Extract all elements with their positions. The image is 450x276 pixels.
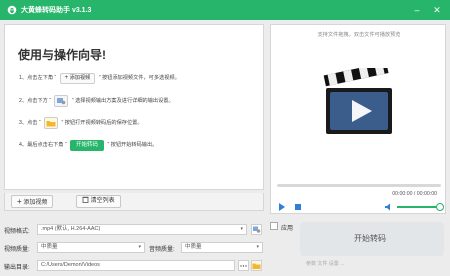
- add-video-label: 添加视频: [23, 200, 48, 206]
- volume-slider-handle[interactable]: [436, 203, 444, 211]
- list-toolbar: + 添加视频 清空列表: [4, 193, 264, 211]
- apply-checkbox[interactable]: [270, 222, 278, 230]
- chevron-down-icon: ▾: [138, 244, 141, 250]
- plus-icon: +: [17, 197, 22, 206]
- format-settings-button[interactable]: [251, 224, 262, 235]
- open-folder-button[interactable]: [251, 260, 262, 271]
- browse-button[interactable]: [238, 260, 249, 271]
- minimize-icon[interactable]: –: [410, 3, 424, 17]
- step-text: 2、点击下方 “: [19, 98, 51, 104]
- output-label: 输出目录:: [4, 265, 30, 271]
- play-icon[interactable]: [279, 203, 285, 211]
- step-text: 1、点击左下角 “: [19, 75, 57, 81]
- output-path-field[interactable]: C:/Users/Demon/Videos: [37, 260, 235, 271]
- audio-quality-label: 音频质量:: [149, 247, 175, 253]
- guide-step-1: 1、点击左下角 “ + 添加视频 ” 按钮添加视频文件，可多选视频。: [19, 72, 180, 84]
- clear-list-label: 清空列表: [90, 198, 115, 204]
- clapperboard-play-icon: [323, 68, 392, 134]
- guide-start-button: 开始转码: [70, 139, 105, 151]
- audio-quality-select[interactable]: 中质量 ▾: [181, 242, 263, 253]
- bee-logo-icon: [7, 5, 17, 15]
- step-text: 3、点击 “: [19, 120, 41, 126]
- guide-step-4: 4、最后点击右下角 “ 开始转码 ” 按钮开始转码输出。: [19, 139, 157, 151]
- step-text: ” 按钮添加视频文件，可多选视频。: [98, 75, 180, 81]
- step-text: ” 按钮开始转码输出。: [107, 142, 158, 148]
- seek-bar[interactable]: [277, 184, 441, 187]
- quality-select[interactable]: 中质量 ▾: [37, 242, 145, 253]
- folder-icon: [44, 117, 59, 129]
- guide-panel: 使用与操作向导! 1、点击左下角 “ + 添加视频 ” 按钮添加视频文件，可多选…: [4, 24, 264, 190]
- preview-hint: 支持文件拖拽，双击文件可播放预览: [317, 32, 401, 38]
- add-video-button[interactable]: + 添加视频: [11, 195, 54, 208]
- output-path-value: C:/Users/Demon/Videos: [41, 262, 100, 268]
- step-text: ” 选择视频输出方案及进行详细的输出设置。: [71, 98, 174, 104]
- settings-icon: [54, 95, 69, 107]
- chevron-down-icon: ▾: [240, 226, 243, 232]
- start-area: 应用 开始转码 参数 文件 设置 ...: [270, 220, 446, 272]
- guide-add-video-label: 添加视频: [69, 74, 91, 81]
- quality-value: 中质量: [41, 244, 58, 250]
- audio-quality-value: 中质量: [185, 244, 202, 250]
- settings-icon: [253, 226, 261, 233]
- clear-list-button[interactable]: 清空列表: [76, 195, 121, 208]
- chevron-down-icon: ▾: [256, 244, 259, 250]
- preview-panel[interactable]: 支持文件拖拽，双击文件可播放预览 00:00:00 / 00:00:00: [270, 24, 446, 214]
- plus-icon: +: [64, 74, 69, 81]
- trash-icon: [82, 196, 89, 203]
- volume-slider[interactable]: [397, 206, 441, 208]
- format-select[interactable]: .mp4 (默认, H.264-AAC) ▾: [37, 224, 247, 235]
- format-value: .mp4 (默认, H.264-AAC): [41, 226, 101, 232]
- title-bar: 大黄蜂转码助手 v3.1.3 – ✕: [0, 0, 450, 20]
- guide-step-2: 2、点击下方 “ ” 选择视频输出方案及进行详细的输出设置。: [19, 95, 174, 107]
- quality-label: 视频质量:: [4, 247, 30, 253]
- close-icon[interactable]: ✕: [430, 3, 444, 17]
- app-title: 大黄蜂转码助手 v3.1.3: [21, 7, 92, 14]
- player-controls: [277, 203, 444, 212]
- guide-heading: 使用与操作向导!: [18, 48, 106, 62]
- partial-overlay-text: 参数 文件 设置 ...: [306, 261, 345, 267]
- apply-label: 应用: [281, 226, 294, 232]
- time-display: 00:00:00 / 00:00:00: [392, 191, 437, 197]
- dots-icon: [240, 265, 247, 267]
- guide-add-video-button: + 添加视频: [59, 72, 96, 84]
- step-text: ” 按钮打开视频转码后的保存位置。: [61, 120, 143, 126]
- volume-icon[interactable]: [385, 203, 393, 211]
- guide-step-3: 3、点击 “ ” 按钮打开视频转码后的保存位置。: [19, 117, 143, 129]
- format-label: 视频格式:: [4, 229, 30, 235]
- stop-icon[interactable]: [295, 204, 301, 210]
- start-button[interactable]: 开始转码: [318, 232, 422, 246]
- folder-icon: [252, 263, 261, 269]
- step-text: 4、最后点击右下角 “: [19, 142, 67, 148]
